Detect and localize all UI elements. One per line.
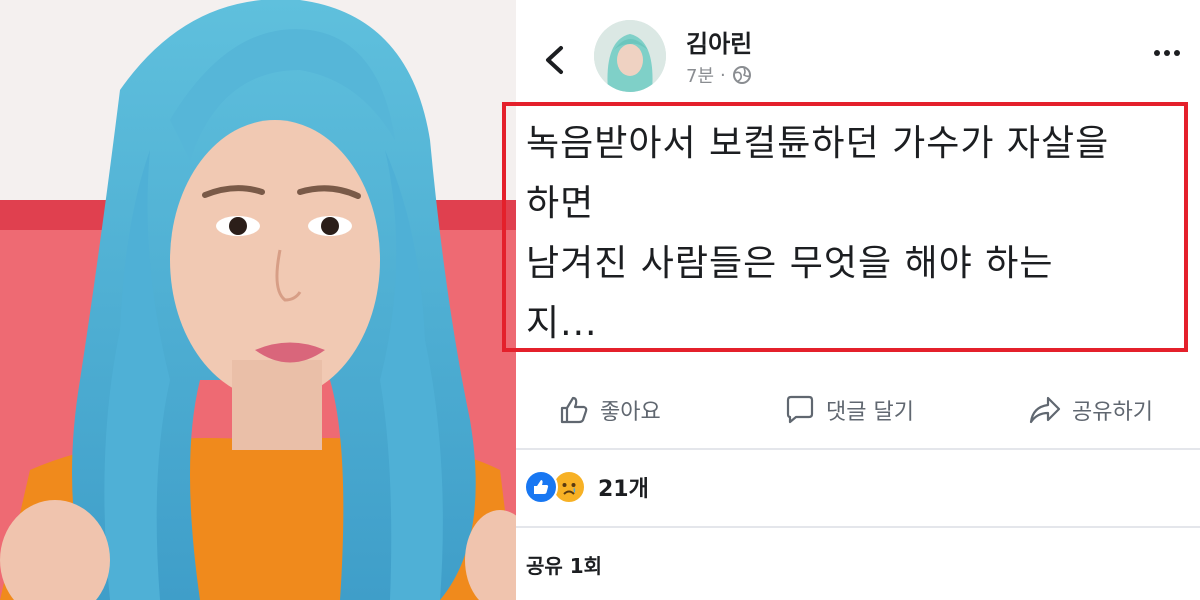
share-button[interactable]: 공유하기 [1028,382,1153,438]
post-text-line: 하면 [526,183,595,224]
comment-button[interactable]: 댓글 달기 [784,382,914,438]
comment-label: 댓글 달기 [826,400,914,425]
post-meta: 7분 · [686,62,752,88]
share-count[interactable]: 공유 1회 [526,550,602,579]
post-text-line: 녹음받아서 보컬튠하던 가수가 자살을 [526,123,1110,164]
author-name[interactable]: 김아린 [686,24,752,59]
more-options-button[interactable] [1148,44,1186,62]
author-avatar[interactable] [594,20,666,92]
post-body: 녹음받아서 보컬튠하던 가수가 자살을 하면 남겨진 사람들은 무엇을 해야 하… [526,114,1186,354]
facebook-post: 김아린 7분 · 녹음받아서 보컬튠하던 가수가 자살을 하면 남겨진 사람들은… [502,0,1200,600]
post-text-line: 남겨진 사람들은 무엇을 해야 하는 [526,243,1054,284]
divider [516,448,1200,450]
globe-icon [732,66,751,84]
thumbs-up-icon [560,396,588,424]
more-options-icon [1154,50,1160,56]
divider [516,526,1200,528]
like-button[interactable]: 좋아요 [558,382,661,438]
reaction-summary[interactable]: 21개 [524,470,649,504]
person-photo [0,0,516,600]
like-label: 좋아요 [600,400,661,425]
back-arrow-icon [546,46,563,74]
meta-separator: · [720,64,726,86]
profile-photo-panel [0,0,516,600]
like-reaction-icon [524,470,558,504]
avatar-image [594,20,666,92]
share-label: 공유하기 [1072,400,1153,425]
back-button[interactable] [534,40,574,80]
comment-icon [786,395,814,424]
share-arrow-icon [1029,396,1061,424]
reaction-count: 21개 [598,477,649,502]
action-bar: 좋아요 댓글 달기 공유하기 [516,382,1200,438]
post-text-line: 지... [526,303,598,344]
post-timestamp[interactable]: 7분 [686,62,714,88]
